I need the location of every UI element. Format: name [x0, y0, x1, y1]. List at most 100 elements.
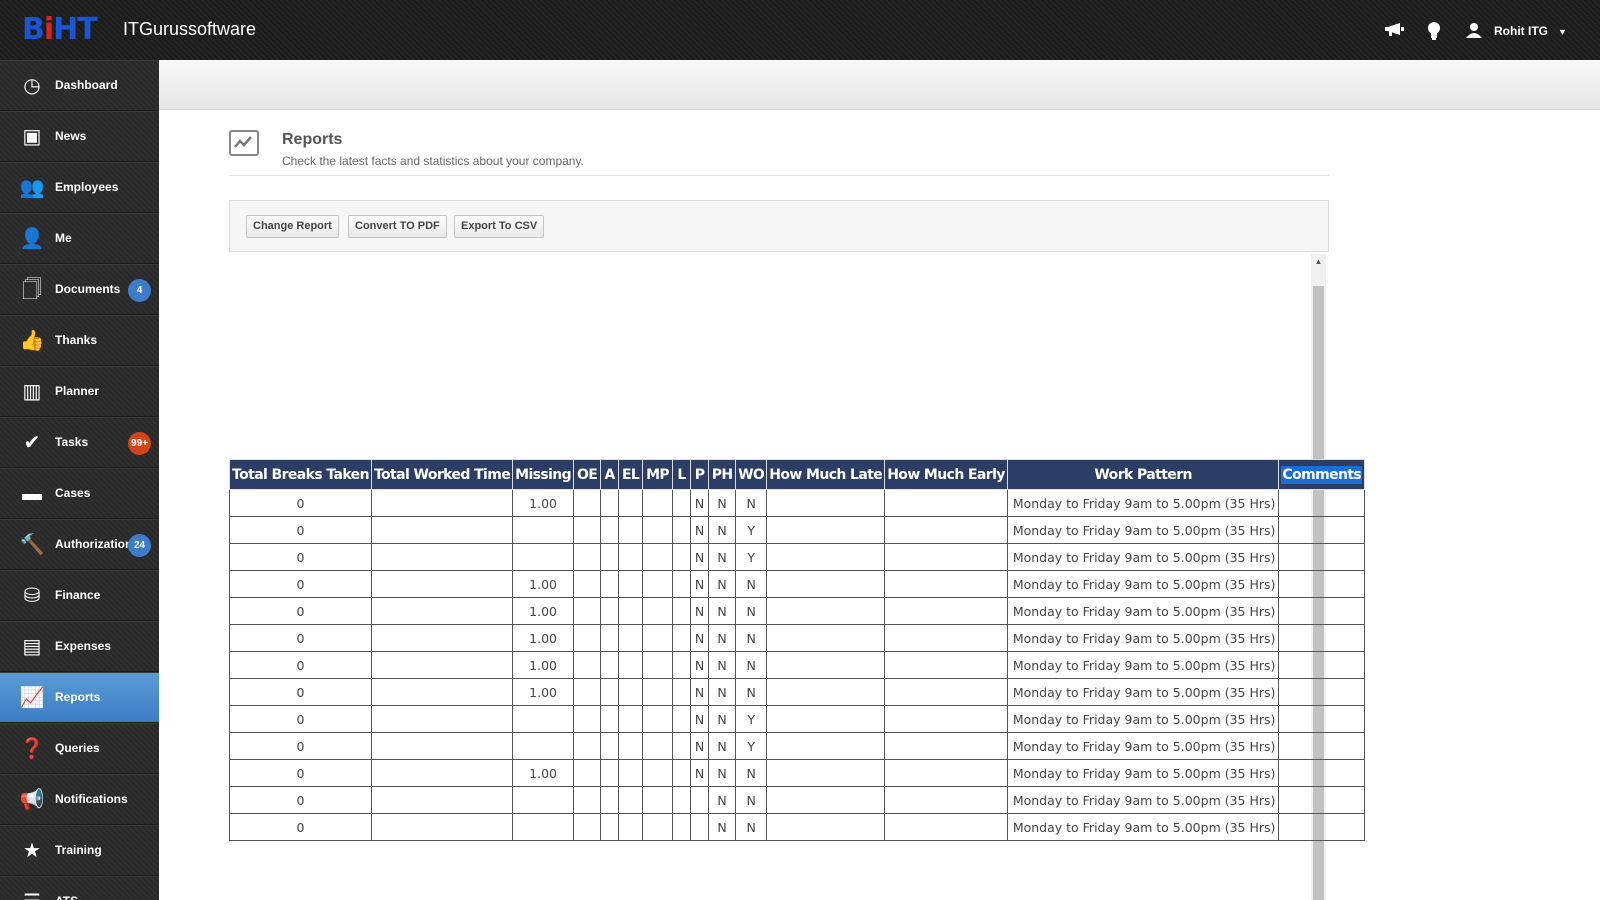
export-to-csv-button[interactable]: Export To CSV	[454, 215, 545, 238]
chevron-down-icon[interactable]: ▼	[1558, 27, 1567, 37]
table-row[interactable]: 0 N N Y Monday to Friday 9am to 5.00pm (35 H…	[229, 543, 1366, 571]
sidebar-item-dashboard[interactable]: ◷ Dashboard	[0, 60, 159, 111]
sidebar-item-finance[interactable]: ⛁ Finance	[0, 570, 159, 621]
megaphone-icon[interactable]	[1384, 22, 1406, 42]
table-cell: Monday to Friday 9am to 5.00pm (35 Hrs)	[1006, 516, 1280, 544]
table-cell: Monday to Friday 9am to 5.00pm (35 Hrs)	[1006, 624, 1280, 652]
sidebar-item-label: Cases	[55, 486, 91, 500]
table-row[interactable]: 0 N N Y Monday to Friday 9am to 5.00pm (35 H…	[229, 705, 1366, 733]
column-header[interactable]: Work Pattern	[1006, 459, 1280, 490]
table-cell	[573, 570, 602, 598]
column-header[interactable]: A	[600, 459, 620, 490]
lightbulb-icon[interactable]	[1427, 21, 1441, 45]
table-cell	[766, 597, 886, 625]
finance-icon: ⛁	[23, 585, 41, 607]
column-header[interactable]: Total Worked Time	[370, 459, 514, 490]
sidebar-item-label: Expenses	[55, 639, 112, 653]
group-icon: 👥	[19, 177, 45, 199]
sidebar-item-planner[interactable]: ▥ Planner	[0, 366, 159, 417]
column-header[interactable]: EL	[618, 459, 644, 490]
table-row[interactable]: 0 1.00 N N N Monday to Friday 9am to 5.00pm (…	[229, 678, 1366, 706]
table-cell: N	[708, 732, 737, 760]
table-cell	[370, 516, 514, 544]
thumbs-up-icon: 👍	[19, 330, 45, 352]
column-header[interactable]: P	[690, 459, 710, 490]
table-cell: Monday to Friday 9am to 5.00pm (35 Hrs)	[1006, 597, 1280, 625]
column-header[interactable]: How Much Late	[766, 459, 886, 490]
table-cell: N	[690, 759, 710, 787]
change-report-button[interactable]: Change Report	[246, 215, 339, 238]
convert-to-pdf-button[interactable]: Convert TO PDF	[348, 215, 447, 238]
sidebar-item-training[interactable]: ★ Training	[0, 825, 159, 876]
sidebar-item-authorizations[interactable]: 🔨 Authorizations 24	[0, 519, 159, 570]
table-cell	[600, 678, 620, 706]
column-header[interactable]: How Much Early	[884, 459, 1008, 490]
table-cell: N	[690, 516, 710, 544]
sidebar-item-queries[interactable]: ❓ Queries	[0, 723, 159, 774]
table-cell	[884, 516, 1008, 544]
column-header[interactable]: Missing	[512, 459, 575, 490]
column-header[interactable]: MP	[642, 459, 674, 490]
table-cell: 0	[229, 624, 372, 652]
scroll-up-arrow-icon[interactable]: ▲	[1311, 254, 1326, 270]
table-cell	[573, 678, 602, 706]
table-cell: 1.00	[512, 597, 575, 625]
table-row[interactable]: 0 1.00 N N N Monday to Friday 9am to 5.00pm (…	[229, 570, 1366, 598]
column-header[interactable]: Comments	[1278, 459, 1366, 490]
sidebar-item-expenses[interactable]: ▤ Expenses	[0, 621, 159, 672]
sidebar-item-documents[interactable]: 🗍 Documents 4	[0, 264, 159, 315]
table-cell	[618, 732, 644, 760]
table-cell: N	[735, 759, 768, 787]
sidebar-item-ats[interactable]: ☰ ATS	[0, 876, 159, 900]
table-cell	[618, 516, 644, 544]
table-cell: 1.00	[512, 678, 575, 706]
table-cell: 1.00	[512, 759, 575, 787]
column-header[interactable]: PH	[708, 459, 737, 490]
table-cell	[600, 489, 620, 517]
table-cell	[370, 813, 514, 841]
report-table: Total Breaks Taken Total Worked Time Missi…	[229, 459, 1366, 841]
user-menu-name[interactable]: Rohit ITG	[1494, 24, 1548, 38]
table-row[interactable]: 0 1.00 N N N Monday to Friday 9am to 5.00pm (…	[229, 489, 1366, 517]
table-row[interactable]: 0 N N Y Monday to Friday 9am to 5.00pm (35 H…	[229, 732, 1366, 760]
table-cell	[672, 732, 692, 760]
sidebar-item-reports[interactable]: 📈 Reports	[0, 672, 159, 723]
chart-icon: 📈	[19, 687, 45, 709]
table-row[interactable]: 0 N N Monday to Friday 9am to 5.00pm (35 Hr…	[229, 786, 1366, 814]
table-cell: 1.00	[512, 624, 575, 652]
table-cell	[512, 705, 575, 733]
list-icon: ☰	[19, 890, 45, 900]
user-icon[interactable]	[1466, 22, 1482, 42]
table-row[interactable]: 0 1.00 N N N Monday to Friday 9am to 5.00pm (…	[229, 651, 1366, 679]
sidebar-item-thanks[interactable]: 👍 Thanks	[0, 315, 159, 366]
sidebar-item-cases[interactable]: ▬ Cases	[0, 468, 159, 519]
table-row[interactable]: 0 N N Y Monday to Friday 9am to 5.00pm (35 H…	[229, 516, 1366, 544]
table-cell: Monday to Friday 9am to 5.00pm (35 Hrs)	[1006, 732, 1280, 760]
table-cell: N	[735, 570, 768, 598]
sidebar-item-label: Employees	[55, 180, 119, 194]
table-cell: Monday to Friday 9am to 5.00pm (35 Hrs)	[1006, 678, 1280, 706]
table-row[interactable]: 0 N N Monday to Friday 9am to 5.00pm (35 Hr…	[229, 813, 1366, 841]
table-row[interactable]: 0 1.00 N N N Monday to Friday 9am to 5.00pm (…	[229, 597, 1366, 625]
table-cell: Monday to Friday 9am to 5.00pm (35 Hrs)	[1006, 489, 1280, 517]
table-cell	[766, 516, 886, 544]
table-row[interactable]: 0 1.00 N N N Monday to Friday 9am to 5.00pm (…	[229, 759, 1366, 787]
table-cell	[573, 489, 602, 517]
sidebar-item-me[interactable]: 👤 Me	[0, 213, 159, 264]
sidebar-item-label: Planner	[55, 384, 100, 398]
table-cell	[573, 651, 602, 679]
table-cell	[672, 489, 692, 517]
company-logo[interactable]: BiHT	[22, 14, 112, 46]
table-cell	[370, 759, 514, 787]
sidebar-item-employees[interactable]: 👥 Employees	[0, 162, 159, 213]
sidebar-item-tasks[interactable]: ✔ Tasks 99+	[0, 417, 159, 468]
column-header[interactable]: OE	[573, 459, 602, 490]
table-cell	[642, 732, 674, 760]
table-cell	[512, 543, 575, 571]
column-header[interactable]: Total Breaks Taken	[229, 459, 372, 490]
sidebar-item-notifications[interactable]: 📢 Notifications	[0, 774, 159, 825]
column-header[interactable]: WO	[735, 459, 768, 490]
table-row[interactable]: 0 1.00 N N N Monday to Friday 9am to 5.00pm (…	[229, 624, 1366, 652]
column-header[interactable]: L	[672, 459, 692, 490]
sidebar-item-news[interactable]: ▣ News	[0, 111, 159, 162]
